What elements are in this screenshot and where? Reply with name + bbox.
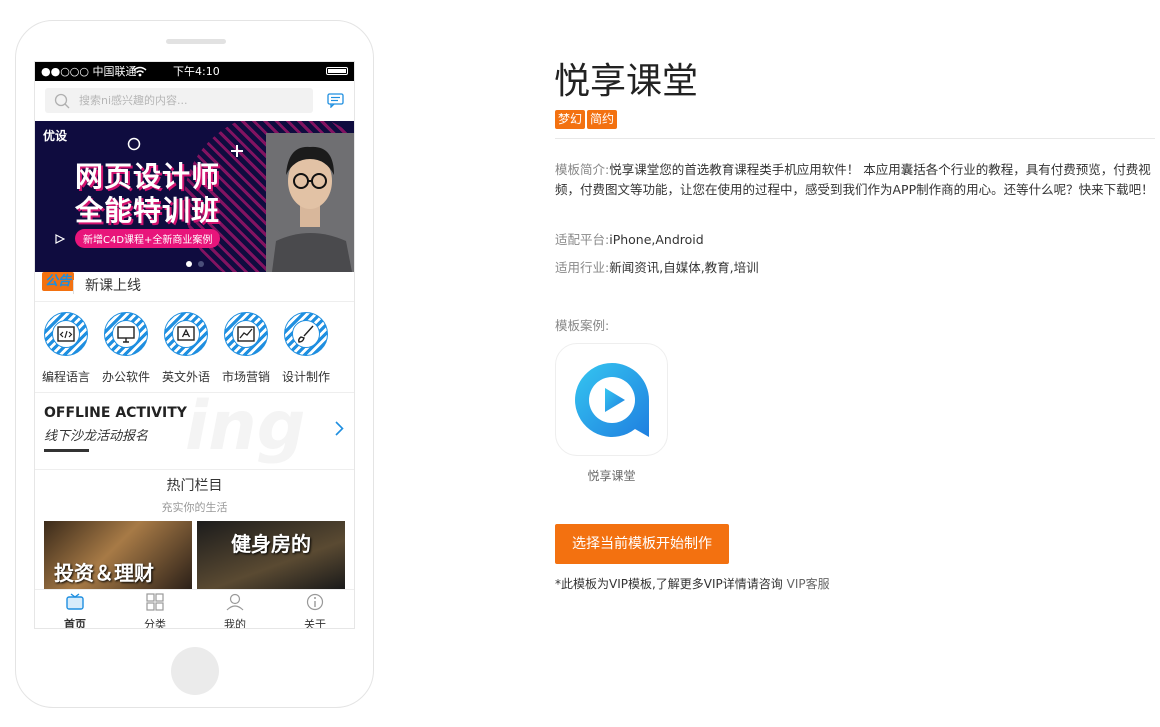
search-input[interactable]: 搜索ni感兴趣的内容... — [45, 88, 313, 113]
intro-text: 悦享课堂您的首选教育课程类手机应用软件！ 本应用囊括各个行业的教程，具有付费预览… — [555, 162, 1154, 197]
hot-section-subtitle: 充实你的生活 — [161, 501, 228, 514]
industry-value: 新闻资讯,自媒体,教育,培训 — [609, 260, 759, 275]
category-item-english[interactable]: 英文外语 — [156, 312, 216, 385]
category-label: 英文外语 — [161, 370, 210, 384]
platform-row: 适配平台:iPhone,Android — [555, 229, 704, 248]
code-icon — [57, 326, 75, 342]
search-placeholder: 搜索ni感兴趣的内容... — [79, 94, 188, 107]
phone-home-button — [171, 647, 219, 695]
category-item-design[interactable]: 设计制作 — [276, 312, 336, 385]
notice-text: 新课上线 — [85, 278, 141, 294]
category-grid: 编程语言 办公软件 英文外语 市场营销 设计制作 — [35, 302, 354, 393]
chevron-right-icon[interactable] — [335, 421, 344, 436]
phone-speaker — [166, 39, 226, 44]
plus-decoration-icon — [231, 145, 243, 157]
tab-home[interactable]: 首页 — [45, 593, 105, 629]
offline-underline — [44, 449, 89, 452]
offline-title: OFFLINE ACTIVITY — [44, 405, 187, 421]
battery-icon — [326, 67, 348, 75]
phone-mockup: ●●○○○ 中国联通 下午4:10 搜索ni感兴趣的内容... 优设 网页设计师… — [15, 20, 374, 708]
category-item-office[interactable]: 办公软件 — [96, 312, 156, 385]
tab-label: 分类 — [144, 618, 166, 629]
monitor-icon — [117, 326, 135, 343]
grid-icon — [146, 593, 164, 611]
pager-dot-active[interactable] — [186, 261, 192, 267]
status-carrier: ●●○○○ 中国联通 — [41, 65, 137, 78]
search-row: 搜索ni感兴趣的内容... — [35, 81, 354, 121]
search-icon — [54, 93, 70, 109]
category-item-marketing[interactable]: 市场营销 — [216, 312, 276, 385]
status-time: 下午4:10 — [173, 65, 220, 78]
hot-cards: 投资＆理财 健身房的 — [44, 521, 346, 589]
promo-banner[interactable]: 优设 网页设计师 全能特训班 新增C4D课程+全新商业案例 — [35, 121, 354, 272]
category-label: 市场营销 — [221, 370, 270, 384]
play-decoration-icon — [55, 234, 65, 244]
message-icon[interactable] — [327, 93, 344, 108]
notice-separator — [73, 280, 74, 294]
offline-subtitle: 线下沙龙活动报名 — [44, 429, 149, 444]
phone-screen: ●●○○○ 中国联通 下午4:10 搜索ni感兴趣的内容... 优设 网页设计师… — [34, 61, 355, 629]
vip-service-link[interactable]: VIP客服 — [787, 577, 830, 591]
notice-tag: 公告 — [42, 272, 75, 291]
case-app-name: 悦享课堂 — [587, 469, 636, 483]
letter-a-icon — [177, 326, 195, 341]
hot-card-gym[interactable]: 健身房的 — [197, 521, 345, 589]
vip-note-text: *此模板为VIP模板,了解更多VIP详情请咨询 — [555, 577, 783, 591]
wifi-icon — [133, 66, 147, 77]
industry-row: 适用行业:新闻资讯,自媒体,教育,培训 — [555, 257, 759, 276]
bottom-tab-bar: 首页 分类 我的 关于 — [35, 589, 354, 629]
instructor-photo — [266, 133, 354, 272]
tab-label: 我的 — [224, 618, 246, 629]
info-icon — [306, 593, 324, 611]
offline-activity-banner[interactable]: ing OFFLINE ACTIVITY 线下沙龙活动报名 — [35, 393, 354, 470]
app-logo-icon — [575, 363, 649, 437]
platform-label: 适配平台: — [555, 232, 610, 247]
brush-icon — [298, 325, 314, 343]
banner-brand: 优设 — [43, 129, 68, 143]
category-label: 编程语言 — [41, 370, 90, 384]
banner-ribbon: 新增C4D课程+全新商业案例 — [75, 229, 221, 248]
tab-about[interactable]: 关于 — [285, 593, 345, 629]
tag-badge: 梦幻 — [555, 110, 586, 129]
category-label: 设计制作 — [281, 370, 330, 384]
offline-bg-text: ing — [185, 393, 306, 466]
case-app-tile[interactable] — [555, 343, 668, 456]
user-icon — [226, 593, 244, 611]
chart-icon — [237, 326, 255, 342]
industry-label: 适用行业: — [555, 260, 610, 275]
category-label: 办公软件 — [101, 370, 150, 384]
tab-label: 首页 — [64, 618, 86, 629]
tag-badge: 简约 — [587, 110, 618, 129]
vip-note: *此模板为VIP模板,了解更多VIP详情请咨询 VIP客服 — [555, 575, 830, 592]
hot-section-title: 热门栏目 — [166, 478, 223, 494]
banner-pager — [183, 252, 207, 271]
circle-decoration-icon — [127, 137, 141, 151]
hot-card-caption: 投资＆理财 — [54, 561, 154, 585]
divider — [555, 138, 1155, 139]
template-title: 悦享课堂 — [554, 61, 699, 102]
tab-category[interactable]: 分类 — [125, 593, 185, 629]
template-tags: 梦幻 简约 — [555, 108, 619, 129]
banner-title-line2: 全能特训班 — [75, 194, 221, 227]
notice-bar[interactable]: 公告 新课上线 — [35, 272, 354, 302]
intro-label: 模板简介: — [555, 162, 610, 177]
template-intro: 模板简介:悦享课堂您的首选教育课程类手机应用软件！ 本应用囊括各个行业的教程，具… — [555, 160, 1155, 200]
tv-icon — [66, 593, 84, 610]
hot-card-invest[interactable]: 投资＆理财 — [44, 521, 192, 589]
category-item-coding[interactable]: 编程语言 — [36, 312, 96, 385]
platform-value: iPhone,Android — [609, 232, 704, 247]
start-template-button[interactable]: 选择当前模板开始制作 — [555, 524, 729, 564]
pager-dot[interactable] — [198, 261, 204, 267]
hot-card-caption: 健身房的 — [231, 532, 311, 556]
status-bar: ●●○○○ 中国联通 下午4:10 — [35, 62, 354, 81]
tab-label: 关于 — [304, 618, 326, 629]
tab-mine[interactable]: 我的 — [205, 593, 265, 629]
case-label: 模板案例: — [555, 318, 610, 333]
